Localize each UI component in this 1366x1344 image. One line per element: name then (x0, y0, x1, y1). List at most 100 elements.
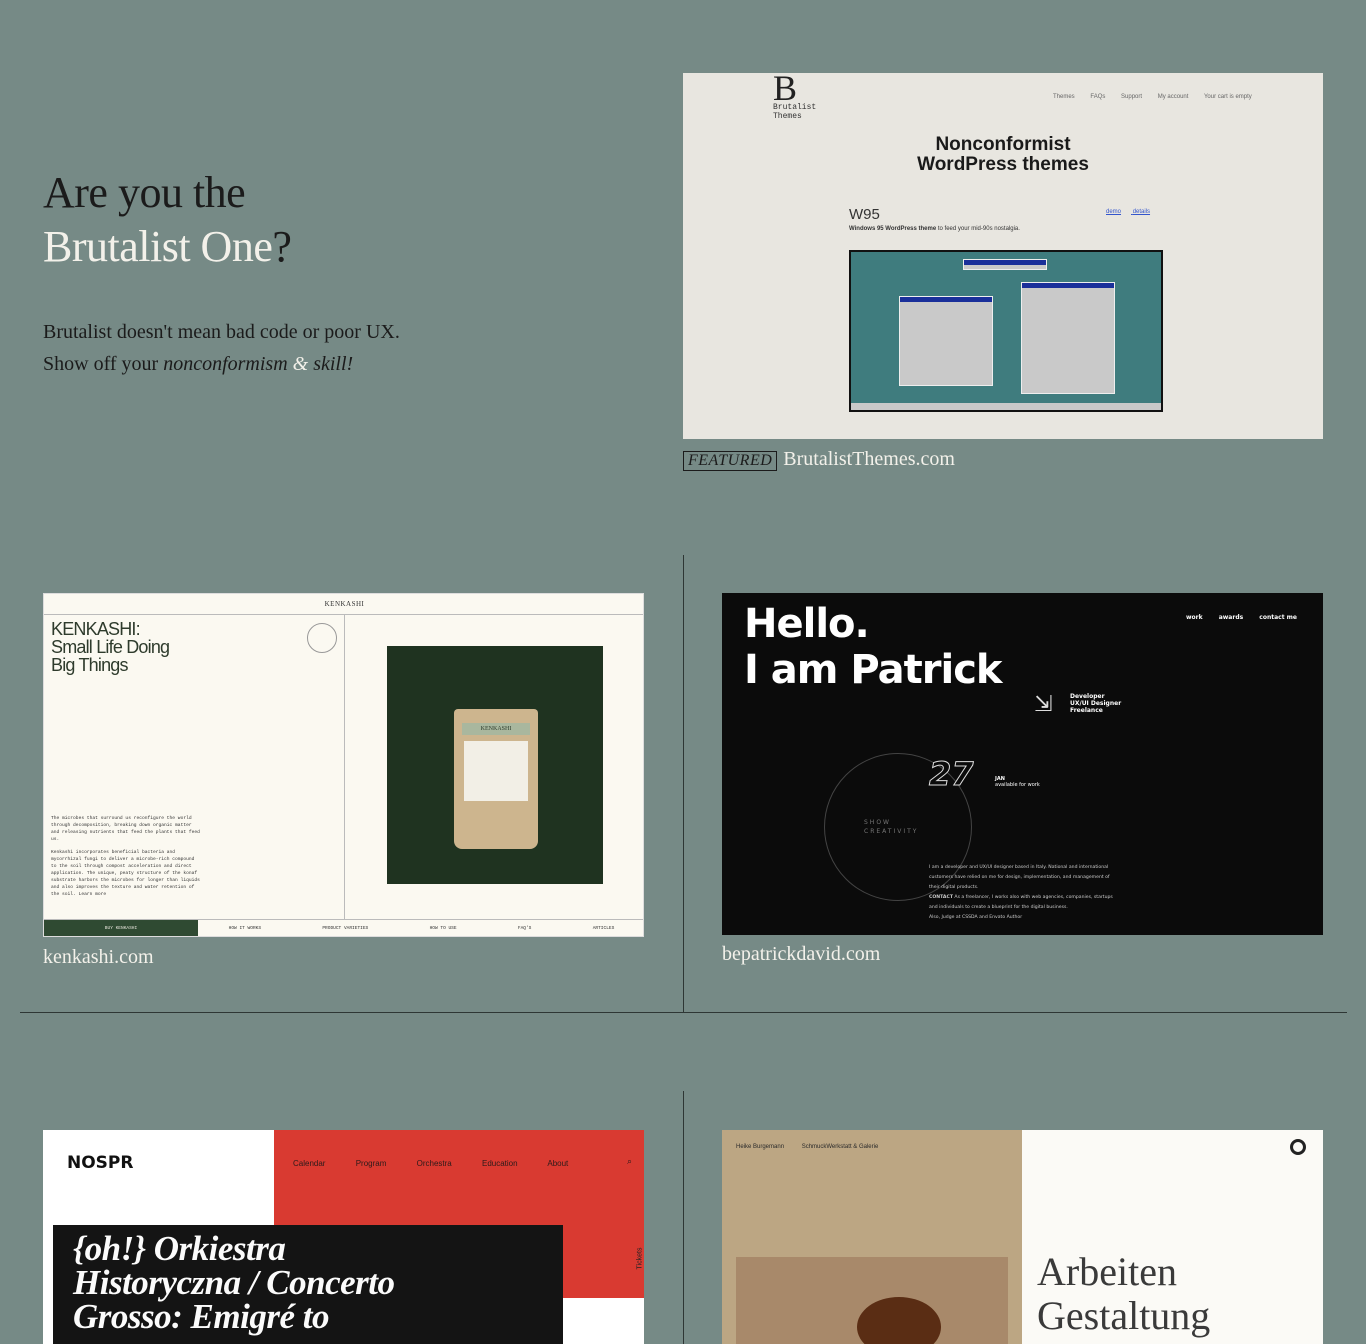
heike-nav-item: SchmuckWerkstatt & Galerie (801, 1144, 879, 1150)
brutalistthemes-link[interactable]: BrutalistThemes.com (783, 448, 955, 470)
kenkashi-bag-label: KENKASHI (462, 723, 530, 735)
kenkashi-nav-item[interactable]: ARTICLES (593, 920, 615, 936)
patrick-hello: Hello. (744, 601, 870, 647)
patrick-nav-item: contact me (1259, 614, 1297, 621)
heike-heading-line2: Gestaltung (1037, 1293, 1211, 1338)
brutalist-logo-sub2: Themes (773, 112, 802, 121)
patrick-bio: I am a developer and UX/UI designer base… (929, 863, 1119, 923)
kenkashi-circle-icon (307, 623, 337, 653)
hero-line2-emphasis2: skill! (313, 353, 354, 375)
kenkashi-brand: KENKASHI (44, 594, 643, 615)
theme-description: Windows 95 WordPress theme to feed your … (849, 226, 1020, 232)
patrick-ring-text: SHOW CREATIVITY (864, 818, 918, 836)
kenkashi-nav: HOW IT WORKS PRODUCT VARIETIES HOW TO US… (198, 920, 643, 936)
patrick-heading: Hello. I am Patrick (744, 601, 1003, 693)
nospr-nav-item: Orchestra (416, 1159, 452, 1168)
power-icon (1290, 1139, 1306, 1155)
hero-heading: Are you the Brutalist One? (43, 166, 292, 274)
nospr-nav: Calendar Program Orchestra Education Abo… (293, 1159, 596, 1168)
brutalistthemes-screenshot[interactable]: B Brutalist Themes Themes FAQs Support M… (683, 73, 1323, 439)
kenkashi-nav-item[interactable]: HOW TO USE (430, 920, 457, 936)
kenkashi-bag-image: KENKASHI (454, 709, 538, 849)
brutalist-nav-item: Support (1121, 94, 1143, 100)
brutalist-heading-line1: Nonconformist (935, 134, 1071, 155)
heike-heading: Arbeiten Gestaltung (1037, 1250, 1210, 1338)
kenkashi-heading-line3: Big Things (51, 655, 129, 675)
nospr-nav-item: Program (355, 1159, 387, 1168)
preview-taskbar (851, 403, 1161, 410)
nospr-search-icon: ⌕ (627, 1157, 633, 1167)
brutalist-heading: Nonconformist WordPress themes (683, 135, 1323, 175)
nospr-nav-item: Calendar (293, 1159, 326, 1168)
kenkashi-nav-item[interactable]: HOW IT WORKS (229, 920, 261, 936)
kenkashi-body-p1: The microbes that surround us reconfigur… (51, 816, 200, 842)
bepatrickdavid-link[interactable]: bepatrickdavid.com (722, 943, 880, 966)
brutalist-logo-sub1: Brutalist (773, 103, 817, 112)
kenkashi-divider (344, 614, 345, 919)
patrick-judge-text: Also, Judge at CSSDA and Envato Author (929, 915, 1023, 920)
patrick-role: Developer (1070, 693, 1105, 700)
kenkashi-link[interactable]: kenkashi.com (43, 946, 154, 969)
brutalist-nav-item: Your cart is empty (1203, 94, 1252, 100)
nospr-tickets-tab: Tickets (636, 1247, 644, 1270)
preview-toolbar-window (963, 259, 1047, 270)
nospr-nav-item: Education (481, 1159, 518, 1168)
kenkashi-screenshot[interactable]: KENKASHI KENKASHI: Small Life Doing Big … (43, 593, 644, 937)
hero-title-line1: Are you the (43, 168, 246, 217)
arrow-down-right-icon: ⇲ (1034, 692, 1053, 717)
patrick-date-info: JAN available for work (995, 776, 1040, 788)
patrick-ring-text-1: SHOW (864, 819, 891, 826)
theme-links: demo details (1106, 209, 1160, 215)
theme-name: W95 (849, 206, 880, 223)
patrick-ring-text-2: CREATIVITY (864, 828, 919, 835)
brutalist-nav-item: FAQs (1090, 94, 1106, 100)
kenkashi-nav-item[interactable]: FAQ'S (518, 920, 532, 936)
kenkashi-buy-button[interactable]: BUY KENKASHI (44, 920, 198, 936)
hero-line2-ampersand: & (287, 353, 314, 375)
theme-details-link: details (1132, 209, 1151, 215)
kenkashi-heading-line2: Small Life Doing (51, 637, 170, 657)
patrick-role: Freelance (1070, 707, 1103, 714)
patrick-roles: Developer UX/UI Designer Freelance (1070, 693, 1121, 714)
kenkashi-body: The microbes that surround us reconfigur… (51, 815, 201, 898)
hero-line2-emphasis: nonconformism (163, 353, 288, 375)
preview-window-left (899, 296, 993, 386)
nospr-nav-item: About (547, 1159, 569, 1168)
brutalist-nav-item: Themes (1053, 94, 1075, 100)
kenkashi-bottom-bar: BUY KENKASHI HOW IT WORKS PRODUCT VARIET… (44, 919, 643, 936)
hero-line2-prefix: Show off your (43, 353, 164, 375)
kenkashi-nav-item[interactable]: PRODUCT VARIETIES (322, 920, 368, 936)
kenkashi-heading-line1: KENKASHI: (51, 619, 141, 639)
hero-description: Brutalist doesn't mean bad code or poor … (43, 316, 400, 380)
nospr-title-line2: Historyczna / Concerto (73, 1263, 395, 1302)
grid-divider-horizontal (20, 1012, 1347, 1013)
theme-demo-link: demo (1106, 209, 1122, 215)
brutalist-nav: Themes FAQs Support My account Your cart… (1053, 94, 1266, 100)
heike-nav: Heike Burgemann SchmuckWerkstatt & Galer… (736, 1144, 894, 1150)
grid-divider-vertical (683, 555, 684, 1013)
kenkashi-heading: KENKASHI: Small Life Doing Big Things (51, 619, 170, 675)
nospr-logo: NOSPR (67, 1153, 134, 1173)
theme-desc-bold: Windows 95 WordPress theme (849, 226, 937, 232)
bepatrickdavid-screenshot[interactable]: Hello. I am Patrick work awards contact … (722, 593, 1323, 935)
brutalist-heading-line2: WordPress themes (917, 154, 1089, 175)
brutalist-nav-item: My account (1157, 94, 1189, 100)
nospr-event-title: {oh!} Orkiestra Historyczna / Concerto G… (73, 1229, 395, 1336)
brutalist-logo-subtitle: Brutalist Themes (773, 103, 816, 121)
hero-line1: Brutalist doesn't mean bad code or poor … (43, 321, 400, 343)
hero-title-mark: ? (272, 222, 292, 271)
heike-nav-item: Heike Burgemann (736, 1144, 785, 1150)
patrick-availability: available for work (995, 782, 1040, 788)
patrick-nav: work awards contact me (1172, 614, 1297, 621)
patrick-nav-item: awards (1218, 614, 1244, 621)
patrick-nav-item: work (1186, 614, 1203, 621)
nospr-screenshot[interactable]: NOSPR Calendar Program Orchestra Educati… (43, 1130, 644, 1344)
kenkashi-bag-window (464, 741, 528, 801)
nospr-title-line1: {oh!} Orkiestra (73, 1229, 286, 1268)
brutalistthemes-caption[interactable]: FEATURED BrutalistThemes.com (683, 448, 955, 471)
patrick-contact-text: As a freelancer, I works also with web a… (929, 895, 1113, 910)
heike-burgemann-screenshot[interactable]: Heike Burgemann SchmuckWerkstatt & Galer… (722, 1130, 1323, 1344)
patrick-date-day: 27 (929, 755, 975, 794)
patrick-name: I am Patrick (744, 647, 1003, 693)
nospr-title-line3: Grosso: Emigré to (73, 1297, 329, 1336)
